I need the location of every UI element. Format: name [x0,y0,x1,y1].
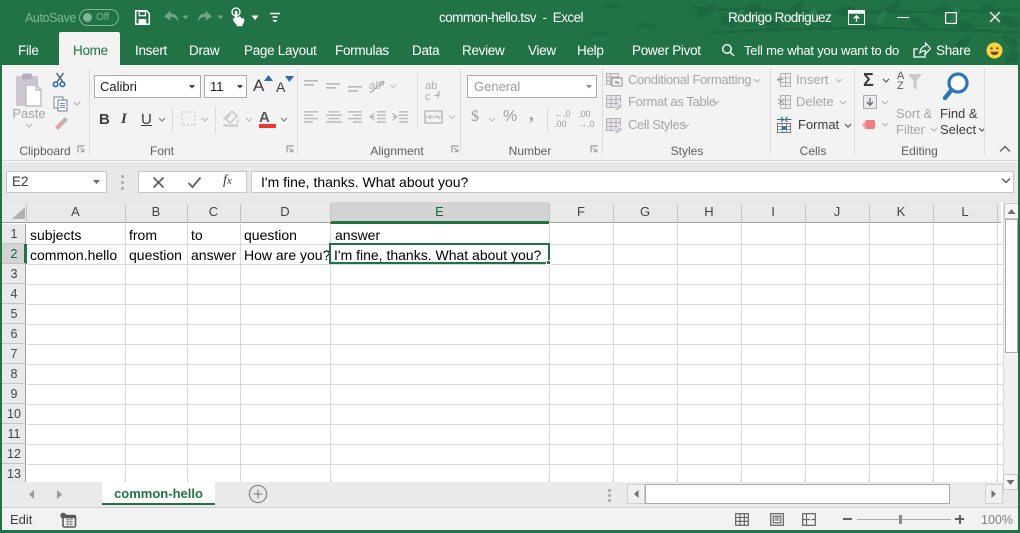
svg-text:c: c [425,91,431,103]
